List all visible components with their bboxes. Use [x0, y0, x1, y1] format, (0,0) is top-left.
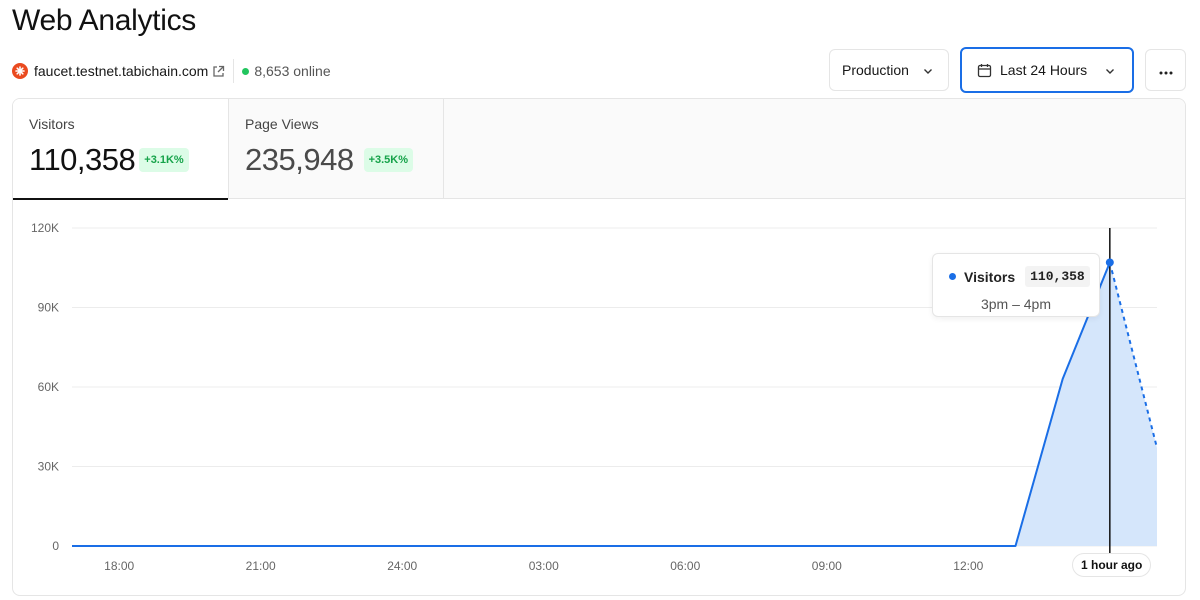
y-tick-label: 90K — [38, 301, 59, 315]
date-range-select[interactable]: Last 24 Hours — [960, 47, 1134, 93]
visitors-value: 110,358 — [29, 142, 136, 177]
date-range-label: Last 24 Hours — [1000, 62, 1088, 78]
y-tick-label: 120K — [31, 221, 59, 235]
y-tick-label: 0 — [52, 539, 59, 553]
more-horizontal-icon — [1159, 62, 1173, 78]
x-tick-label: 03:00 — [529, 559, 559, 573]
environment-select[interactable]: Production — [829, 49, 949, 91]
tooltip-value: 110,358 — [1025, 266, 1090, 287]
site-info: faucet.testnet.tabichain.com 8,653 onlin… — [12, 59, 331, 83]
change-badge: +3.1K% — [139, 148, 189, 172]
online-count: 8,653 online — [254, 63, 331, 79]
hover-point — [1105, 258, 1114, 267]
tab-label: Visitors — [29, 116, 75, 132]
x-tick-label: 21:00 — [246, 559, 276, 573]
tab-page-views[interactable]: Page Views 235,948 +3.5K% — [229, 99, 444, 199]
calendar-icon — [977, 63, 992, 78]
x-tick-label: 18:00 — [104, 559, 134, 573]
external-link-icon[interactable] — [212, 65, 225, 78]
site-domain-link[interactable]: faucet.testnet.tabichain.com — [34, 63, 208, 79]
change-badge: +3.5K% — [363, 148, 414, 172]
analytics-card: Visitors 110,358 +3.1K% Page Views 235,9… — [12, 98, 1186, 596]
chevron-down-icon — [922, 64, 934, 80]
environment-label: Production — [842, 62, 909, 78]
page-views-value: 235,948 — [245, 142, 354, 177]
chevron-down-icon — [1104, 64, 1116, 80]
tooltip-series-label: Visitors — [964, 268, 1016, 285]
tab-label: Page Views — [245, 116, 319, 132]
tab-visitors[interactable]: Visitors 110,358 +3.1K% — [13, 99, 229, 200]
hover-time-pill: 1 hour ago — [1072, 553, 1152, 577]
y-tick-label: 60K — [38, 380, 59, 394]
x-tick-label: 12:00 — [953, 559, 983, 573]
online-status-dot — [242, 67, 250, 75]
x-tick-label: 06:00 — [670, 559, 700, 573]
divider — [233, 59, 235, 83]
series-dot — [949, 273, 956, 280]
x-tick-label: 09:00 — [812, 559, 842, 573]
metric-tabs: Visitors 110,358 +3.1K% Page Views 235,9… — [13, 99, 1185, 200]
more-options-button[interactable] — [1145, 49, 1186, 91]
page-title: Web Analytics — [12, 4, 196, 37]
y-tick-label: 30K — [38, 460, 59, 474]
x-tick-label: 24:00 — [387, 559, 417, 573]
tooltip-time-range: 3pm – 4pm — [980, 296, 1052, 312]
chart-tooltip: Visitors 110,358 3pm – 4pm — [932, 253, 1100, 317]
site-logo-icon — [12, 63, 28, 79]
